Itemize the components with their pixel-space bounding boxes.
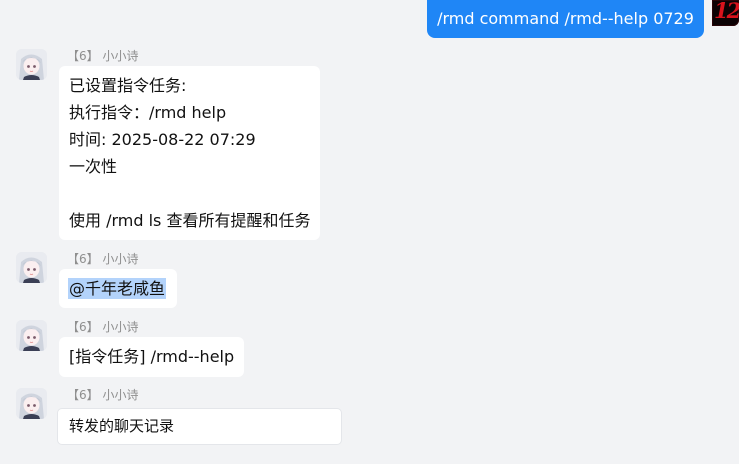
message-text: [指令任务] /rmd--help: [69, 347, 235, 366]
avatar[interactable]: [16, 49, 47, 80]
outgoing-message-bubble[interactable]: /rmd command /rmd--help 0729: [427, 0, 704, 38]
sender-label: 【6】 小小诗: [67, 318, 138, 335]
sender-name: 小小诗: [102, 49, 139, 63]
message-bubble[interactable]: @千年老咸鱼: [59, 269, 177, 308]
message-line: 一次性: [69, 157, 118, 176]
avatar[interactable]: [16, 388, 47, 419]
message-line: 执行指令：/rmd help: [69, 103, 227, 122]
message-bubble[interactable]: 已设置指令任务: 执行指令：/rmd help 时间: 2025-08-22 0…: [59, 66, 320, 240]
anime-girl-avatar-icon: [16, 388, 47, 419]
sender-level: 【6】: [67, 388, 99, 402]
sender-label: 【6】 小小诗: [67, 386, 138, 403]
anime-girl-avatar-icon: [16, 320, 47, 351]
sender-name: 小小诗: [102, 252, 139, 266]
sender-label: 【6】 小小诗: [67, 250, 138, 267]
sender-level: 【6】: [67, 252, 99, 266]
sender-level: 【6】: [67, 320, 99, 334]
chat-area: /rmd command /rmd--help 0729 12 【6】 小小诗 …: [0, 0, 739, 464]
forwarded-chat-record-card[interactable]: 转发的聊天记录: [57, 408, 342, 445]
message-line: 已设置指令任务:: [69, 76, 187, 95]
sender-name: 小小诗: [102, 320, 139, 334]
message-bubble[interactable]: [指令任务] /rmd--help: [59, 337, 244, 377]
message-line: 使用 /rmd ls 查看所有提醒和任务: [69, 211, 311, 230]
self-avatar[interactable]: 12: [712, 0, 739, 26]
forward-title: 转发的聊天记录: [69, 417, 175, 435]
mention-tag[interactable]: @千年老咸鱼: [68, 278, 167, 299]
anime-girl-avatar-icon: [16, 252, 47, 283]
sender-level: 【6】: [67, 49, 99, 63]
self-avatar-label: 12: [714, 0, 739, 23]
message-line: 时间: 2025-08-22 07:29: [69, 130, 256, 149]
sender-label: 【6】 小小诗: [67, 47, 138, 64]
message-line: [69, 180, 320, 207]
sender-name: 小小诗: [102, 388, 139, 402]
avatar[interactable]: [16, 320, 47, 351]
anime-girl-avatar-icon: [16, 49, 47, 80]
avatar[interactable]: [16, 252, 47, 283]
